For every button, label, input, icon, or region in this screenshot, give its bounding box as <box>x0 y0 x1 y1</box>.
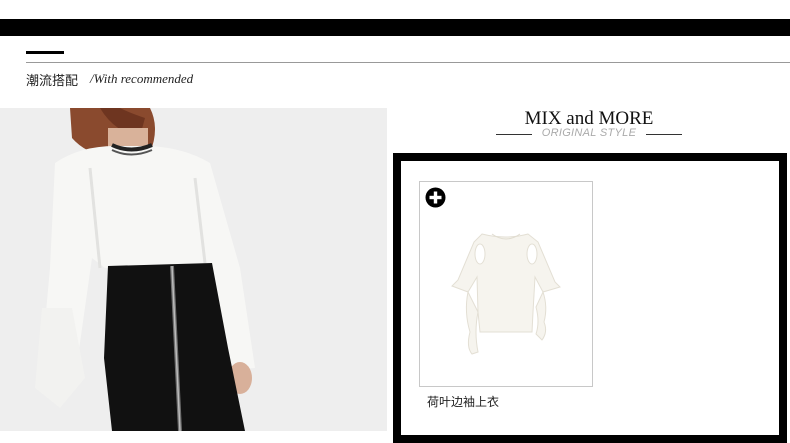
plus-circle-icon[interactable] <box>425 187 446 208</box>
section-accent-line <box>26 51 64 54</box>
product-card[interactable] <box>419 181 593 387</box>
section-divider <box>26 62 790 63</box>
promo-subtitle-row: ORIGINAL STYLE <box>494 127 684 143</box>
section-subtitle: /With recommended <box>90 71 194 86</box>
promo-subtitle: ORIGINAL STYLE <box>541 127 637 139</box>
model-photo <box>0 108 387 431</box>
subtitle-right-rule <box>646 134 682 135</box>
section-title: 潮流搭配 <box>26 74 79 89</box>
product-name[interactable]: 荷叶边袖上衣 <box>427 393 499 410</box>
top-black-bar <box>0 19 790 36</box>
model-photo-illustration <box>0 108 387 431</box>
product-image <box>451 233 561 355</box>
